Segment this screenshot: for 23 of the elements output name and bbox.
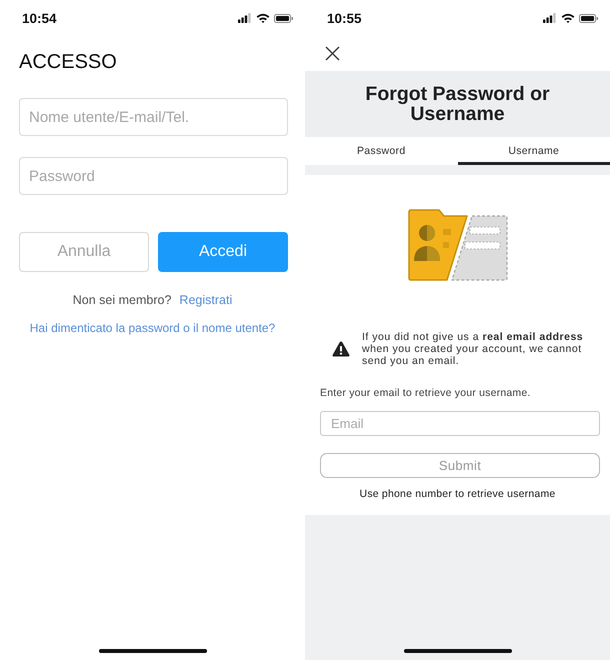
input-field[interactable]: Password xyxy=(19,157,288,195)
cancel-button[interactable]: Annulla xyxy=(19,232,149,272)
instruction-text: Enter your email to retrieve your username. xyxy=(320,386,532,400)
forgot-link[interactable]: Hai dimenticato la password o il nome utente? xyxy=(30,320,276,336)
page-title: Forgot Password or Username xyxy=(364,84,551,124)
close-icon[interactable] xyxy=(325,46,340,61)
register-link[interactable]: Registrati xyxy=(179,292,232,308)
login-button[interactable]: Accedi xyxy=(158,232,288,272)
signal-icon xyxy=(543,13,556,23)
screen-title: ACCESSO xyxy=(19,51,118,73)
signup-prompt: Non sei membro? xyxy=(72,292,172,308)
input-field[interactable]: Nome utente/E-mail/Tel. xyxy=(19,98,288,136)
battery-icon xyxy=(274,14,293,22)
email-field[interactable]: Email xyxy=(320,411,600,436)
phone-number-link[interactable]: Use phone number to retrieve username xyxy=(360,487,556,501)
status-time: 10:55 xyxy=(327,10,362,26)
wifi-icon xyxy=(561,13,575,23)
status-time: 10:54 xyxy=(22,10,57,26)
wifi-icon xyxy=(256,13,270,23)
battery-icon xyxy=(579,14,598,22)
signal-icon xyxy=(238,13,251,23)
notice-text: If you did not give us a real email address when you created your account, we cannot send you an email. xyxy=(362,331,584,367)
warning-icon xyxy=(332,341,350,357)
